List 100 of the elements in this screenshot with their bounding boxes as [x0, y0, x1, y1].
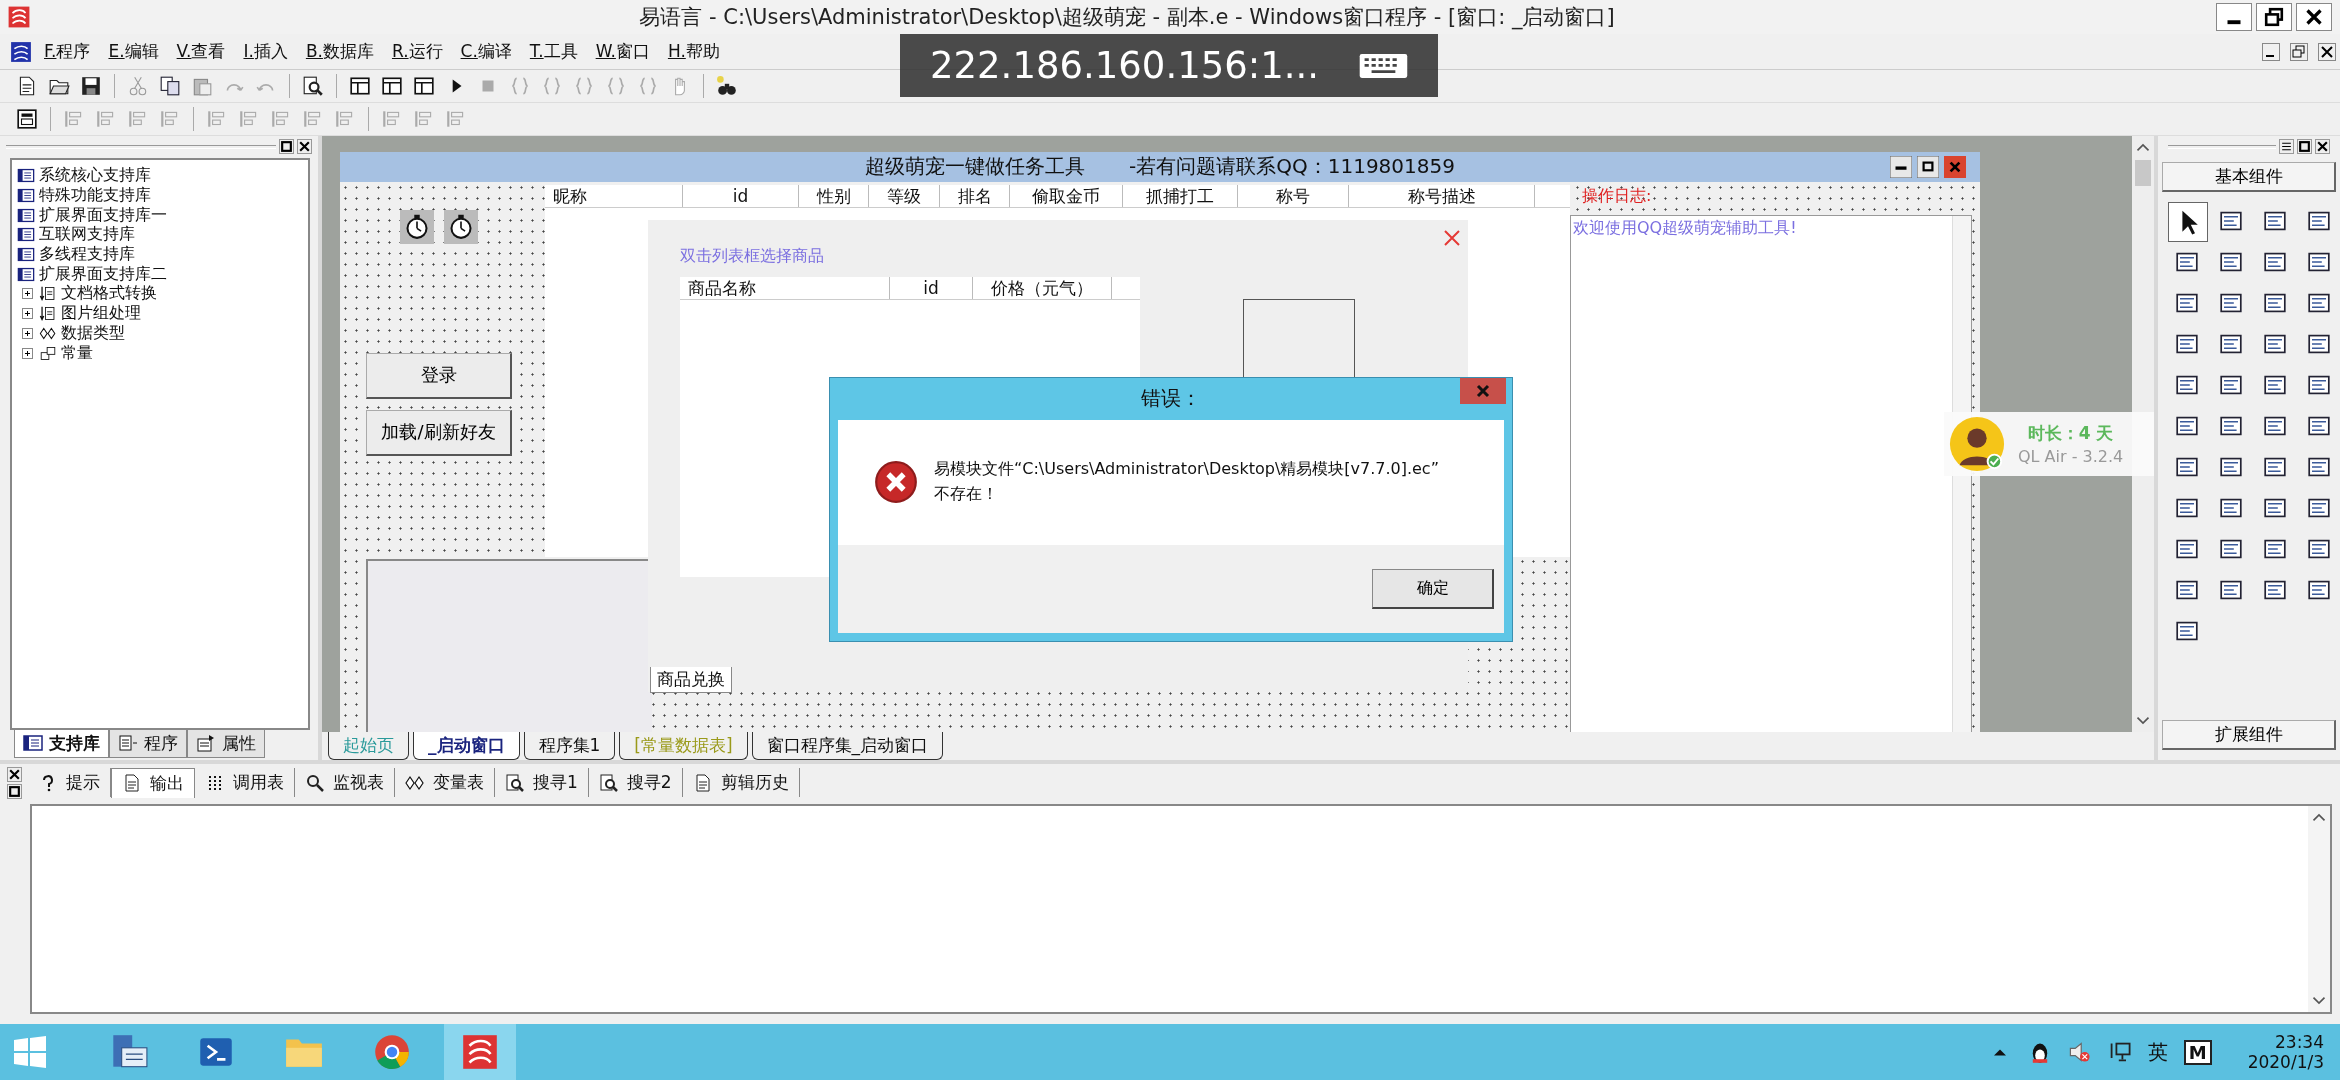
menu-item[interactable]: F.程序 — [38, 38, 97, 66]
restore-icon[interactable] — [2256, 2, 2292, 31]
tree-item[interactable]: 多线程支持库 — [39, 244, 135, 266]
avatar-icon — [1948, 415, 2006, 473]
category-button[interactable]: 扩展组件 — [2162, 720, 2336, 750]
tree-item[interactable]: 文档格式转换 — [61, 283, 157, 305]
app-logo-icon — [10, 40, 32, 63]
form-subtitle: -若有问题请联系QQ：1119801859 — [1129, 153, 1455, 181]
scroll-bar[interactable] — [2308, 806, 2330, 1012]
column-header[interactable]: 性别 — [799, 185, 869, 207]
maximize-icon[interactable] — [1917, 156, 1939, 178]
output-tab[interactable]: 搜寻1 — [495, 768, 589, 798]
input-method-indicator[interactable]: 英 — [2147, 1038, 2168, 1066]
column-header[interactable]: 昵称 — [545, 185, 683, 207]
tree-item[interactable]: 数据类型 — [61, 322, 125, 344]
output-field[interactable] — [30, 804, 2332, 1014]
minimize-icon[interactable] — [2216, 2, 2252, 31]
panel-tab[interactable]: 程序 — [109, 730, 187, 758]
tree-item[interactable]: 特殊功能支持库 — [39, 185, 151, 206]
document-tab[interactable]: 窗口程序集_启动窗口 — [751, 732, 944, 760]
library-icon — [16, 246, 36, 264]
clock-date[interactable]: 2020/1/3 — [2247, 1052, 2324, 1072]
output-tab[interactable]: 搜寻2 — [588, 768, 683, 798]
tree-item[interactable]: 扩展界面支持库一 — [39, 204, 167, 226]
error-message: 不存在！ — [934, 484, 999, 506]
tray-badge[interactable]: M — [2183, 1039, 2212, 1065]
menu-item[interactable]: E.编辑 — [102, 38, 165, 66]
menu-item[interactable]: B.数据库 — [299, 38, 380, 66]
log-field[interactable]: 欢迎使用QQ超级萌宠辅助工具! — [1570, 215, 1972, 732]
stopwatch-icon — [444, 210, 478, 244]
minimize-icon[interactable] — [2262, 42, 2280, 61]
close-icon[interactable] — [6, 767, 22, 782]
document-tab[interactable]: 程序集1 — [523, 732, 616, 760]
duration-text: 时长：4 天 — [2027, 422, 2114, 445]
expand-icon[interactable] — [22, 327, 33, 339]
form-button[interactable]: 登录 — [366, 353, 512, 399]
expand-icon[interactable] — [22, 308, 33, 320]
column-header[interactable]: 称号 — [1238, 185, 1349, 207]
menu-icon[interactable] — [2279, 139, 2294, 155]
expand-icon[interactable] — [22, 347, 33, 359]
column-header[interactable]: 商品名称 — [680, 277, 890, 299]
panel-tab[interactable]: 属性 — [187, 730, 265, 758]
column-header[interactable]: 偷取金币 — [1010, 185, 1123, 207]
magnifier-icon — [598, 773, 619, 793]
search-icon — [305, 773, 325, 793]
pointer-icon[interactable] — [2168, 202, 2208, 242]
document-tab[interactable]: _启动窗口 — [413, 732, 520, 760]
menu-item[interactable]: V.查看 — [170, 38, 232, 66]
error-message: 易模块文件“C:\Users\Administrator\Desktop\精易模块[v7.7.0].ec” — [934, 459, 1439, 481]
clock-time[interactable]: 23:34 — [2275, 1032, 2324, 1052]
close-icon[interactable] — [297, 139, 312, 155]
column-header[interactable]: 称号描述 — [1349, 185, 1535, 207]
magnifier-icon — [505, 773, 525, 793]
output-tab[interactable]: 剪辑历史 — [682, 768, 800, 798]
restore-icon[interactable] — [279, 139, 294, 155]
library-icon — [16, 206, 36, 224]
window-title: 易语言 - C:\Users\Administrator\Desktop\超级萌宠 - 副本.e - Windows窗口程序 - [窗口: _启动窗口] — [638, 3, 1616, 31]
output-tab[interactable]: 输出 — [111, 768, 195, 798]
menu-item[interactable]: I.插入 — [237, 38, 294, 66]
minimize-icon[interactable] — [1890, 156, 1912, 178]
panel-tab[interactable]: 支持库 — [14, 730, 109, 758]
column-header[interactable]: 价格（元气） — [973, 277, 1112, 299]
close-icon[interactable] — [2315, 139, 2330, 155]
column-header[interactable]: 等级 — [869, 185, 940, 207]
dialog-title: 错误： — [1141, 385, 1201, 413]
close-icon[interactable] — [2318, 42, 2336, 61]
taskbar-app[interactable] — [444, 1024, 516, 1080]
document-icon — [196, 733, 216, 754]
log-label: 操作日志: — [1582, 186, 1652, 207]
tree-item[interactable]: 图片组处理 — [61, 303, 141, 325]
column-header[interactable]: id — [890, 277, 973, 299]
column-header[interactable]: 排名 — [940, 185, 1010, 207]
scroll-thumb[interactable] — [2135, 160, 2151, 186]
restore-icon[interactable] — [2297, 139, 2312, 155]
output-tab[interactable]: 变量表 — [395, 768, 495, 798]
library-icon — [16, 265, 36, 283]
close-icon[interactable] — [2296, 2, 2332, 31]
tree-item[interactable]: 系统核心支持库 — [39, 165, 151, 187]
column-header[interactable]: 抓捕打工 — [1123, 185, 1238, 207]
restore-icon[interactable] — [2290, 42, 2308, 61]
menu-item[interactable]: T.工具 — [523, 38, 584, 66]
column-header[interactable]: id — [683, 185, 799, 207]
error-icon — [874, 460, 918, 505]
document-icon — [38, 285, 58, 303]
menu-item[interactable]: R.运行 — [385, 38, 449, 66]
tree-item[interactable]: 常量 — [61, 342, 93, 364]
ok-button[interactable]: 确定 — [1372, 569, 1494, 609]
expand-icon[interactable] — [22, 288, 33, 300]
restore-icon[interactable] — [6, 784, 22, 799]
menu-item[interactable]: W.窗口 — [589, 38, 656, 66]
menu-item[interactable]: H.帮助 — [661, 38, 726, 66]
output-tab[interactable]: 调用表 — [195, 768, 295, 798]
form-button[interactable]: 加载/刷新好友 — [366, 410, 512, 456]
speaker-muted-icon[interactable] — [2067, 1040, 2092, 1064]
tree-item[interactable]: 扩展界面支持库二 — [39, 263, 167, 285]
menu-item[interactable]: C.编译 — [454, 38, 518, 66]
output-tab[interactable]: 监视表 — [295, 768, 395, 798]
tree-item[interactable]: 互联网支持库 — [39, 224, 135, 246]
category-button[interactable]: 基本组件 — [2162, 162, 2336, 192]
shop-tab[interactable]: 商品兑换 — [650, 667, 732, 693]
